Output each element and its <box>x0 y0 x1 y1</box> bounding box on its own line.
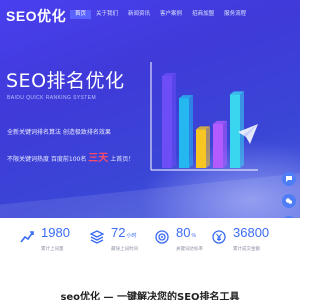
stat-unit: 小时 <box>126 233 137 239</box>
site-logo[interactable]: SEO优化 <box>6 6 66 26</box>
chart-bar <box>162 76 172 168</box>
main-nav: 首页 关于我们 新闻资讯 客户案例 招商加盟 服务流程 <box>70 10 251 19</box>
chart-bar <box>196 129 206 168</box>
hero-description: 全新关键词排名算法 创造极致排名效果 <box>7 129 111 136</box>
hero-promo-prefix: 不限关键词热度 百度前100名 <box>7 156 89 163</box>
layers-icon <box>88 226 106 248</box>
hero-promo-highlight: 三天 <box>88 153 109 164</box>
chart-bar <box>213 123 223 168</box>
chart-bars <box>162 73 244 168</box>
trend-icon <box>18 226 36 248</box>
stat-value: 72小时 <box>111 226 138 243</box>
stat-number: 36800 <box>233 225 270 240</box>
hero-promo-suffix: 上首页！ <box>108 156 135 163</box>
stat-item: 36800 累计成交金额 <box>210 226 270 252</box>
stat-label: 累计上词量 <box>41 247 64 252</box>
nav-item-cases[interactable]: 客户案例 <box>155 10 187 19</box>
hero-promo: 不限关键词热度 百度前100名 三天 上首页！ <box>7 149 134 164</box>
stat-item: 1980 累计上词量 <box>18 226 71 252</box>
chart-bar-side <box>240 91 244 168</box>
chart-bar <box>230 94 240 168</box>
nav-item-news[interactable]: 新闻资讯 <box>123 10 155 19</box>
stat-label: 关键词达标率 <box>176 247 203 252</box>
hero-subtitle: BAIDU QUICK RANKING SYSTEM <box>7 95 97 101</box>
stats-bar: 1980 累计上词量 72小时 最快上词时间 80% 关键词达标率 36800 … <box>0 218 300 278</box>
chart-bar-side <box>223 120 227 168</box>
stat-number: 1980 <box>41 225 70 240</box>
nav-item-about[interactable]: 关于我们 <box>91 10 123 19</box>
stat-item: 72小时 最快上词时间 <box>88 226 138 252</box>
stat-value: 36800 <box>233 226 270 243</box>
chart-bar-side <box>189 95 193 168</box>
wechat-icon[interactable] <box>282 194 296 208</box>
hero-banner: SEO优化 首页 关于我们 新闻资讯 客户案例 招商加盟 服务流程 SEO排名优… <box>0 0 300 218</box>
section-title: seo优化 — 一键解决您的SEO排名工具 <box>60 292 240 300</box>
chart-bar-side <box>172 73 176 168</box>
stat-value: 80% <box>176 226 203 243</box>
nav-item-franchise[interactable]: 招商加盟 <box>187 10 219 19</box>
stat-number: 72 <box>111 225 126 240</box>
hero-title: SEO排名优化 <box>6 70 125 92</box>
nav-item-home[interactable]: 首页 <box>70 10 92 19</box>
chart-bar <box>179 98 189 168</box>
nav-item-process[interactable]: 服务流程 <box>219 10 251 19</box>
chart-bar-side <box>206 126 210 168</box>
stat-unit: % <box>191 233 196 239</box>
target-icon <box>153 226 171 248</box>
stat-label: 最快上词时间 <box>111 247 138 252</box>
chat-icon[interactable] <box>282 172 296 186</box>
stat-number: 80 <box>176 225 191 240</box>
stat-item: 80% 关键词达标率 <box>153 226 203 252</box>
hero-bar-chart <box>150 62 258 171</box>
stat-label: 累计成交金额 <box>233 247 260 252</box>
money-icon <box>210 226 228 248</box>
stat-value: 1980 <box>41 226 71 243</box>
